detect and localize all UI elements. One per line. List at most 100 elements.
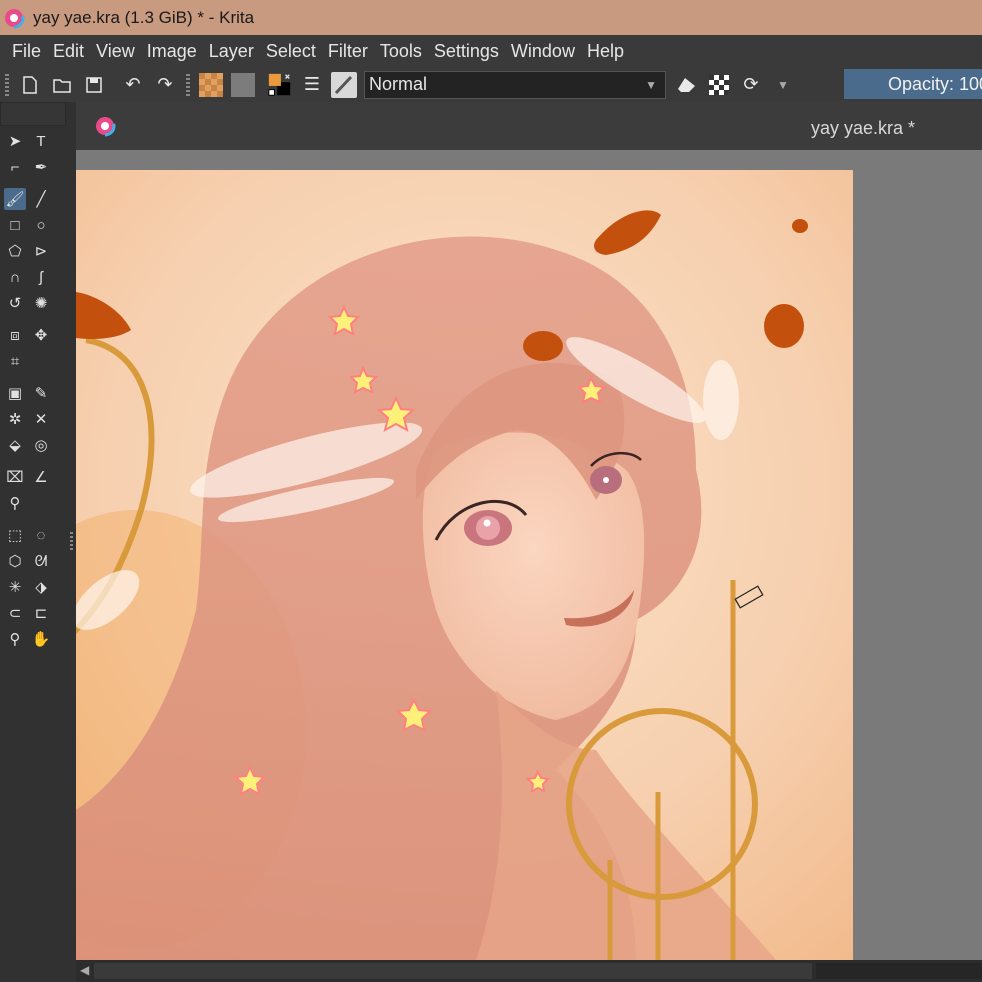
scrollbar-track-right[interactable] <box>816 963 982 979</box>
document-tab-title: yay yae.kra * <box>811 118 916 138</box>
line-icon[interactable]: ╱ <box>30 188 52 210</box>
select-shape-icon[interactable]: ➤ <box>4 130 26 152</box>
paint-blob-3 <box>764 304 804 348</box>
window-title: yay yae.kra (1.3 GiB) * - Krita <box>33 7 255 27</box>
gradient-preset-icon[interactable] <box>198 72 224 98</box>
fill-icon[interactable]: ⬙ <box>4 434 26 456</box>
similar-select-icon[interactable]: ⬗ <box>30 576 52 598</box>
fg-bg-color-icon[interactable] <box>267 72 293 98</box>
canvas-margin <box>853 170 982 960</box>
smart-patch-icon[interactable]: ✲ <box>4 408 26 430</box>
rect-select-icon[interactable]: ⬚ <box>4 524 26 546</box>
tool-row: ▣ ✎ <box>0 380 66 406</box>
polygon-icon[interactable]: ⬠ <box>4 240 26 262</box>
assistant-icon[interactable]: ✕ <box>30 408 52 430</box>
toolbar-grip-2[interactable] <box>186 73 190 96</box>
panel-resize-handle[interactable] <box>70 532 73 550</box>
menu-select[interactable]: Select <box>260 41 322 62</box>
eraser-icon[interactable] <box>674 72 700 98</box>
tool-row: ↺ ✺ <box>0 290 66 316</box>
tool-row: ⧈ ✥ <box>0 322 66 348</box>
measure-icon[interactable]: ∠ <box>30 466 52 488</box>
opacity-slider[interactable]: Opacity: 100% <box>844 69 982 99</box>
krita-logo-icon <box>3 7 25 28</box>
toolbar-grip[interactable] <box>5 73 9 96</box>
menu-file[interactable]: File <box>0 41 47 62</box>
new-document-icon[interactable] <box>17 72 43 98</box>
polyline-icon[interactable]: ⊳ <box>30 240 52 262</box>
freehand-path-icon[interactable]: ʃ <box>30 266 52 288</box>
tool-row: ⌗ <box>0 348 66 374</box>
alpha-lock-icon[interactable] <box>706 72 732 98</box>
undo-icon[interactable]: ↶ <box>120 72 146 98</box>
menu-filter[interactable]: Filter <box>322 41 374 62</box>
tool-row: □ ○ <box>0 212 66 238</box>
contiguous-select-icon[interactable]: ✳ <box>4 576 26 598</box>
bezier-icon[interactable]: ∩ <box>4 266 26 288</box>
pattern-preset-icon[interactable] <box>230 72 256 98</box>
toolbox-header <box>0 102 66 126</box>
scrollbar-thumb[interactable] <box>94 963 812 979</box>
perspective-icon[interactable]: ⌧ <box>4 466 26 488</box>
krita-logo-icon <box>94 115 116 137</box>
move-icon[interactable]: ✥ <box>30 324 52 346</box>
zoom-icon[interactable]: ⚲ <box>4 628 26 650</box>
tool-row: ⬠ ⊳ <box>0 238 66 264</box>
document-tab[interactable]: yay yae.kra * <box>76 102 982 150</box>
freehand-brush-icon[interactable]: 🖌 <box>4 188 26 210</box>
polygon-select-icon[interactable]: ⬡ <box>4 550 26 572</box>
color-picker-icon[interactable]: ✎ <box>30 382 52 404</box>
brush-preset-icon[interactable] <box>331 71 357 98</box>
bezier-select-icon[interactable]: ⊂ <box>4 602 26 624</box>
menu-help[interactable]: Help <box>581 41 630 62</box>
menu-bar: File Edit View Image Layer Select Filter… <box>0 35 982 67</box>
edit-shape-icon[interactable]: ⌐ <box>4 156 26 178</box>
calligraphy-icon[interactable]: ✒ <box>30 156 52 178</box>
main-toolbar: ↶ ↷ ☰ Normal ▼ ⟳ ▼ <box>0 67 982 102</box>
enclose-fill-icon[interactable]: ◎ <box>30 434 52 456</box>
magnetic-select-icon[interactable]: ⊏ <box>30 602 52 624</box>
tool-row: ✳ ⬗ <box>0 574 66 600</box>
tool-row: ➤ T <box>0 128 66 154</box>
crop-icon[interactable]: ⌗ <box>4 350 26 372</box>
redo-icon[interactable]: ↷ <box>152 72 178 98</box>
ellipse-icon[interactable]: ○ <box>30 214 52 236</box>
tool-row: ⌧ ∠ <box>0 464 66 490</box>
tool-row: ⬚ ◌ <box>0 522 66 548</box>
title-bar: yay yae.kra (1.3 GiB) * - Krita <box>0 0 982 35</box>
menu-tools[interactable]: Tools <box>374 41 428 62</box>
text-icon[interactable]: T <box>30 130 52 152</box>
tool-row: 🖌 ╱ <box>0 186 66 212</box>
paint-blob-4 <box>523 331 563 361</box>
reference-icon[interactable]: ⚲ <box>4 492 26 514</box>
horizontal-scrollbar[interactable]: ◀ <box>76 960 982 982</box>
blend-mode-dropdown[interactable]: Normal ▼ <box>364 70 666 99</box>
tool-row: ⬡ ᘛ <box>0 548 66 574</box>
scroll-left-icon[interactable]: ◀ <box>80 963 89 977</box>
menu-view[interactable]: View <box>90 41 141 62</box>
menu-layer[interactable]: Layer <box>203 41 260 62</box>
freehand-select-icon[interactable]: ᘛ <box>30 550 52 572</box>
dynamic-brush-icon[interactable]: ↺ <box>4 292 26 314</box>
menu-settings[interactable]: Settings <box>428 41 505 62</box>
open-document-icon[interactable] <box>49 72 75 98</box>
ellipse-select-icon[interactable]: ◌ <box>30 524 52 546</box>
multibrush-icon[interactable]: ✺ <box>30 292 52 314</box>
menu-window[interactable]: Window <box>505 41 581 62</box>
opacity-label: Opacity: 100% <box>888 73 982 94</box>
rectangle-icon[interactable]: □ <box>4 214 26 236</box>
transform-icon[interactable]: ⧈ <box>4 324 26 346</box>
toolbox-panel: ➤ T ⌐ ✒ 🖌 ╱ □ ○ ⬠ ⊳ ∩ ʃ ↺ ✺ ⧈ ✥ ⌗ ▣ ✎ ✲ ✕ ⬙ ◎ ⌧ ∠ ⚲ ⬚ ◌ ⬡ ᘛ ✳ ⬗ ⊂ ⊏ ⚲ ✋ <box>0 102 73 982</box>
painting-canvas[interactable] <box>76 170 853 960</box>
tool-row: ⬙ ◎ <box>0 432 66 458</box>
chevron-down-icon: ▼ <box>645 77 657 92</box>
menu-image[interactable]: Image <box>141 41 203 62</box>
tool-grid: ➤ T ⌐ ✒ 🖌 ╱ □ ○ ⬠ ⊳ ∩ ʃ ↺ ✺ ⧈ ✥ ⌗ ▣ ✎ ✲ ✕ ⬙ ◎ ⌧ ∠ ⚲ ⬚ ◌ ⬡ ᘛ ✳ ⬗ ⊂ ⊏ ⚲ ✋ <box>0 126 66 652</box>
menu-edit[interactable]: Edit <box>47 41 90 62</box>
chevron-down-icon[interactable]: ▼ <box>770 72 796 98</box>
reload-preset-icon[interactable]: ⟳ <box>738 72 764 98</box>
save-icon[interactable] <box>81 72 107 98</box>
brush-settings-icon[interactable]: ☰ <box>299 72 325 98</box>
pan-icon[interactable]: ✋ <box>30 628 52 650</box>
gradient-icon[interactable]: ▣ <box>4 382 26 404</box>
